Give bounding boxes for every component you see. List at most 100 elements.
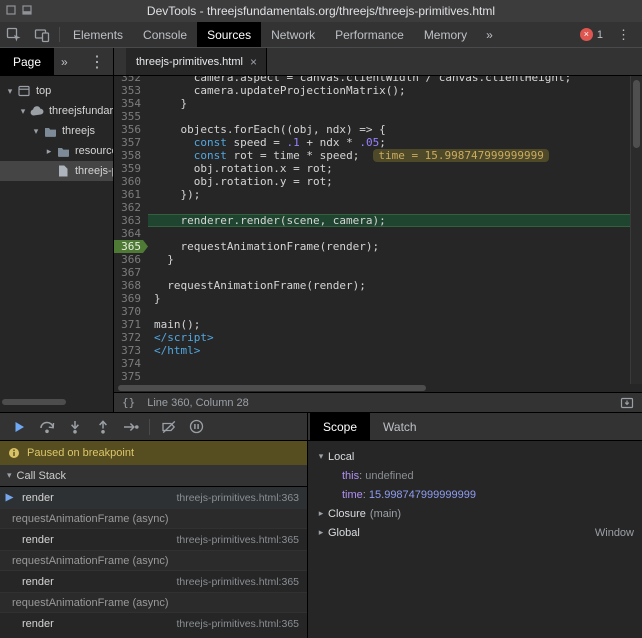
more-navigator-tabs-button[interactable]: » [54, 48, 75, 75]
code-text[interactable]: const rot = time * speed;time = 15.99874… [148, 149, 630, 162]
line-number[interactable]: 375 [114, 370, 148, 383]
file-tab-threejs-primitives[interactable]: threejs-primitives.html × [126, 48, 267, 75]
tree-item-resource[interactable]: ▸resource [0, 141, 113, 161]
line-number[interactable]: 352 [114, 76, 148, 84]
code-text[interactable]: camera.aspect = canvas.clientWidth / can… [148, 76, 630, 84]
code-text[interactable] [148, 370, 630, 383]
tab-memory[interactable]: Memory [414, 22, 477, 47]
vertical-scrollbar-thumb[interactable] [633, 80, 640, 148]
line-number[interactable]: 357 [114, 136, 148, 149]
step-button[interactable] [117, 415, 144, 439]
code-text[interactable]: objects.forEach((obj, ndx) => { [148, 123, 630, 136]
line-number[interactable]: 359 [114, 162, 148, 175]
line-number[interactable]: 354 [114, 97, 148, 110]
scope-variable-this[interactable]: this: undefined [308, 466, 642, 485]
line-number[interactable]: 372 [114, 331, 148, 344]
code-text[interactable]: camera.updateProjectionMatrix(); [148, 84, 630, 97]
code-text[interactable]: requestAnimationFrame(render); [148, 279, 630, 292]
resume-button[interactable] [5, 415, 32, 439]
code-text[interactable]: obj.rotation.x = rot; [148, 162, 630, 175]
line-number[interactable]: 353 [114, 84, 148, 97]
tree-item-threejs-p[interactable]: threejs-p [0, 161, 113, 181]
tab-watch[interactable]: Watch [370, 413, 430, 440]
code-text[interactable] [148, 357, 630, 370]
line-number[interactable]: 370 [114, 305, 148, 318]
pause-on-exceptions-button[interactable] [183, 415, 210, 439]
line-number[interactable]: 362 [114, 201, 148, 214]
scope-section-closure[interactable]: ▸Closure(main) [308, 504, 642, 523]
scope-variable-time[interactable]: time: 15.998747999999999 [308, 485, 642, 504]
close-tab-icon[interactable]: × [250, 55, 257, 69]
line-number[interactable]: 364 [114, 227, 148, 240]
code-text[interactable]: </html> [148, 344, 630, 357]
pretty-print-button[interactable]: {} [122, 396, 135, 409]
code-text[interactable]: const speed = .1 + ndx * .05; [148, 136, 630, 149]
panel-download-icon[interactable] [620, 397, 634, 409]
code-text[interactable] [148, 305, 630, 318]
line-number[interactable]: 374 [114, 357, 148, 370]
code-text[interactable]: } [148, 97, 630, 110]
scope-section-global[interactable]: ▸GlobalWindow [308, 523, 642, 542]
call-stack-frame[interactable]: renderthreejs-primitives.html:365 [0, 613, 307, 634]
async-separator-row[interactable]: requestAnimationFrame (async) [0, 550, 307, 571]
navigator-menu-icon[interactable]: ⋮ [81, 48, 113, 75]
tree-item-top[interactable]: ▾top [0, 81, 113, 101]
inspect-element-icon[interactable] [0, 22, 28, 47]
step-over-button[interactable] [33, 415, 60, 439]
chevron-right-icon[interactable]: ▸ [314, 527, 328, 538]
async-separator-row[interactable]: requestAnimationFrame (async) [0, 508, 307, 529]
line-number[interactable]: 363 [114, 214, 148, 227]
tab-scope[interactable]: Scope [310, 413, 370, 440]
code-text[interactable]: </script> [148, 331, 630, 344]
horizontal-scrollbar-thumb[interactable] [118, 385, 426, 391]
devtools-menu-icon[interactable]: ⋮ [609, 27, 638, 43]
tab-performance[interactable]: Performance [325, 22, 414, 47]
step-into-button[interactable] [61, 415, 88, 439]
editor-vertical-scrollbar[interactable] [630, 76, 642, 384]
call-stack-header[interactable]: ▾ Call Stack [0, 465, 307, 487]
tree-item-threejs[interactable]: ▾threejs [0, 121, 113, 141]
editor-horizontal-scrollbar[interactable] [114, 384, 642, 392]
code-text[interactable]: renderer.render(scene, camera); [148, 214, 630, 227]
call-stack-frame[interactable]: renderthreejs-primitives.html:363 [0, 487, 307, 508]
code-text[interactable]: } [148, 253, 630, 266]
chevron-down-icon[interactable]: ▾ [314, 451, 328, 462]
deactivate-breakpoints-button[interactable] [155, 415, 182, 439]
chevron-right-icon[interactable]: ▸ [314, 508, 328, 519]
code-text[interactable] [148, 110, 630, 123]
tab-sources[interactable]: Sources [197, 22, 261, 47]
line-number[interactable]: 360 [114, 175, 148, 188]
code-text[interactable]: requestAnimationFrame(render); [148, 240, 630, 253]
error-count-badge[interactable]: × 1 [576, 28, 607, 41]
code-text[interactable]: }); [148, 188, 630, 201]
line-number[interactable]: 371 [114, 318, 148, 331]
code-text[interactable] [148, 201, 630, 214]
call-stack-frame[interactable]: renderthreejs-primitives.html:365 [0, 529, 307, 550]
code-text[interactable]: } [148, 292, 630, 305]
line-number[interactable]: 368 [114, 279, 148, 292]
code-text[interactable] [148, 266, 630, 279]
chevron-down-icon[interactable]: ▾ [30, 126, 42, 137]
tab-elements[interactable]: Elements [63, 22, 133, 47]
chevron-down-icon[interactable]: ▾ [4, 86, 16, 97]
breakpoint-marker[interactable]: 365 [114, 240, 148, 253]
code-text[interactable] [148, 227, 630, 240]
line-number[interactable]: 373 [114, 344, 148, 357]
code-text[interactable]: obj.rotation.y = rot; [148, 175, 630, 188]
line-number[interactable]: 355 [114, 110, 148, 123]
line-number[interactable]: 367 [114, 266, 148, 279]
line-number[interactable]: 358 [114, 149, 148, 162]
sidebar-horizontal-scrollbar[interactable] [2, 399, 66, 405]
line-number[interactable]: 361 [114, 188, 148, 201]
tab-page[interactable]: Page [0, 48, 54, 75]
tab-console[interactable]: Console [133, 22, 197, 47]
line-number[interactable]: 369 [114, 292, 148, 305]
tab-network[interactable]: Network [261, 22, 325, 47]
step-out-button[interactable] [89, 415, 116, 439]
async-separator-row[interactable]: requestAnimationFrame (async) [0, 592, 307, 613]
device-toolbar-icon[interactable] [28, 22, 56, 47]
more-panels-button[interactable]: » [477, 22, 502, 47]
line-number[interactable]: 356 [114, 123, 148, 136]
chevron-right-icon[interactable]: ▸ [43, 146, 55, 157]
code-text[interactable]: main(); [148, 318, 630, 331]
